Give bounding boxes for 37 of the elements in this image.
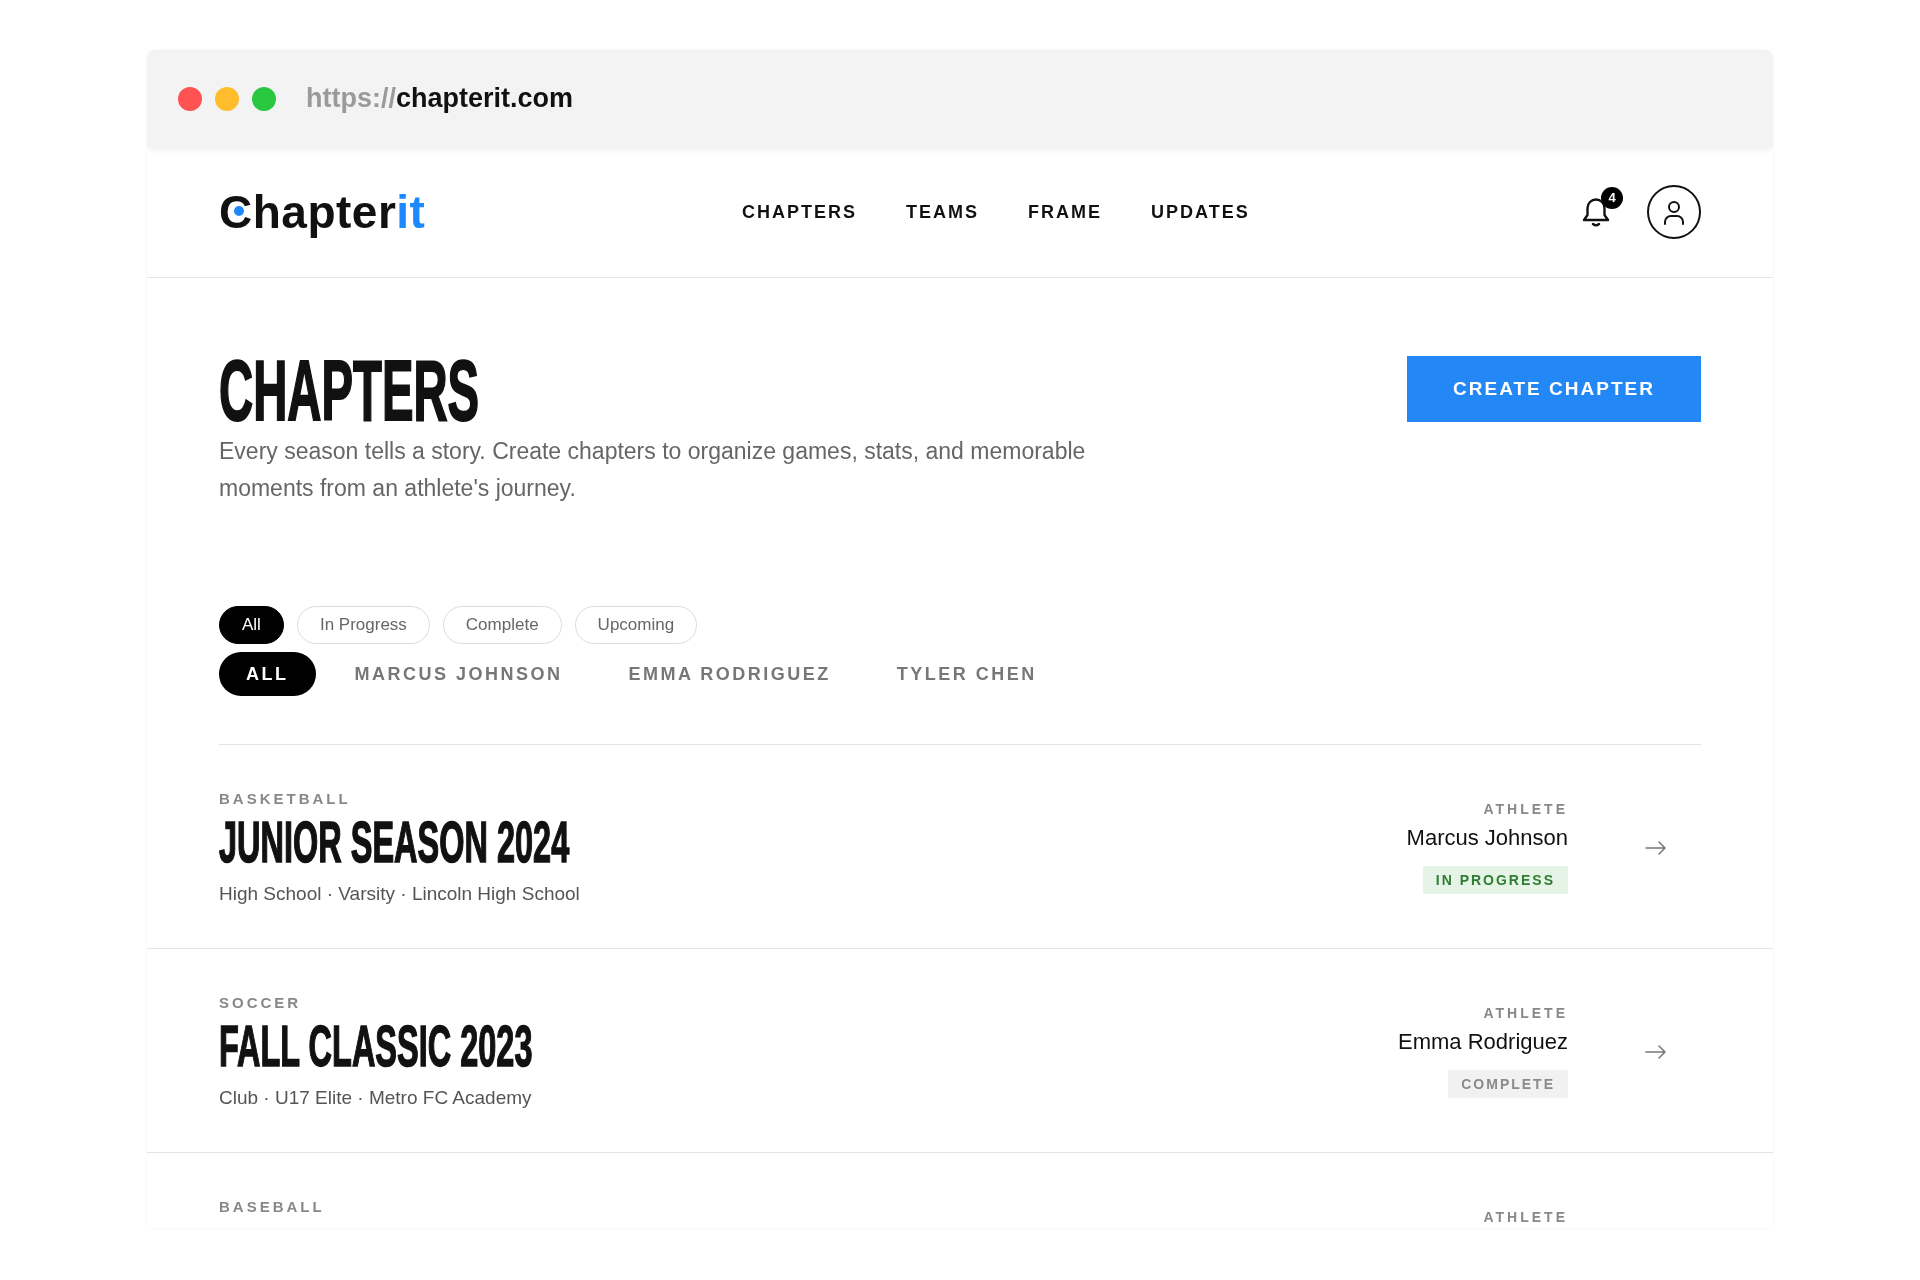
athlete-filter-tab[interactable]: EMMA RODRIGUEZ — [601, 652, 858, 696]
athlete-name: Marcus Johnson — [1406, 824, 1568, 852]
athlete-filter-tab[interactable]: TYLER CHEN — [869, 652, 1064, 696]
athlete-label: ATHLETE — [1483, 800, 1568, 818]
status-label: IN PROGRESS — [1422, 866, 1568, 894]
status-filter-pill[interactable]: In Progress — [296, 606, 430, 644]
status-filter-pill[interactable]: Upcoming — [574, 606, 698, 644]
nav-link[interactable]: UPDATES — [1151, 198, 1250, 226]
logo-dot-icon — [234, 206, 244, 216]
nav-link[interactable]: CHAPTERS — [742, 198, 857, 226]
profile-button[interactable] — [1647, 185, 1701, 239]
arrow-right-icon[interactable] — [1645, 1045, 1666, 1059]
athlete-filter-tab[interactable]: MARCUS JOHNSON — [327, 652, 590, 696]
notification-count: 4 — [1601, 187, 1623, 209]
sport-label: SOCCER — [219, 993, 303, 1013]
chapter-title: FALL CLASSIC 2023 — [219, 1017, 533, 1075]
status-filter-pill[interactable]: All — [219, 606, 284, 644]
athlete-label: ATHLETE — [1483, 1004, 1568, 1022]
create-chapter-button[interactable]: CREATE CHAPTER — [1407, 356, 1701, 422]
window-control-icon[interactable] — [178, 86, 202, 111]
nav-link[interactable]: FRAME — [1028, 198, 1102, 226]
nav-link[interactable]: TEAMS — [906, 198, 979, 226]
arrow-right-icon[interactable] — [1645, 841, 1666, 855]
status-filter-pill[interactable]: Complete — [442, 606, 562, 644]
chapter-details: High School · Varsity · Lincoln High School — [219, 882, 581, 906]
sport-label: BASKETBALL — [219, 789, 352, 809]
athlete-filter-tab[interactable]: ALL — [219, 652, 316, 696]
athlete-name: Emma Rodriguez — [1398, 1028, 1568, 1056]
page-title: CHAPTERS — [219, 347, 480, 433]
chapter-title: JUNIOR SEASON 2024 — [219, 813, 570, 871]
chapter-details: Club · U17 Elite · Metro FC Academy — [219, 1086, 533, 1110]
status-label: COMPLETE — [1448, 1070, 1568, 1098]
person-icon — [1661, 199, 1687, 225]
address-text: https://chapterit.com — [306, 82, 574, 115]
sport-label: BASEBALL — [219, 1197, 326, 1217]
page-description: Every season tells a story. Create chapters to organize games, stats, and memorable moments from an athlete's journey. — [219, 437, 1087, 503]
athlete-label: ATHLETE — [1483, 1208, 1568, 1226]
